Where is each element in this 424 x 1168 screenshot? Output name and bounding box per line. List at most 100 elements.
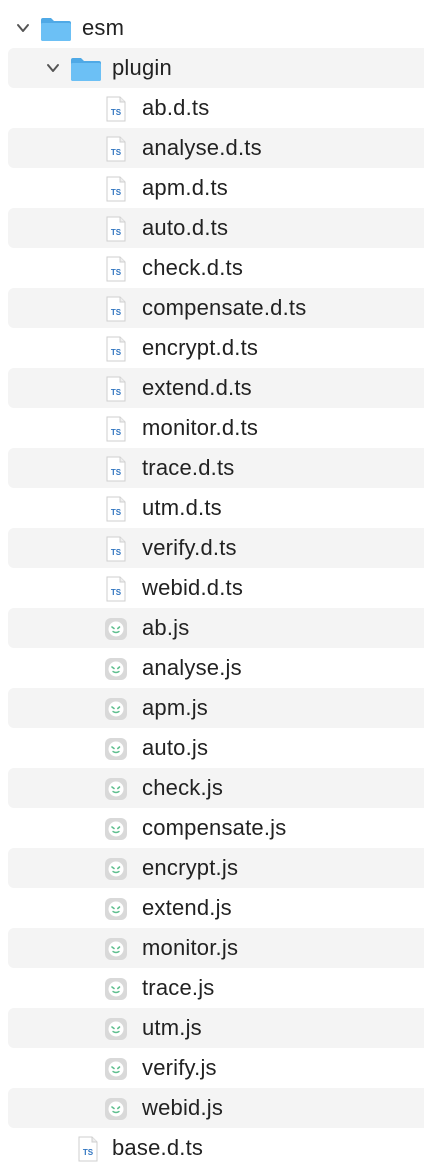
tree-item-label: extend.d.ts — [142, 375, 252, 400]
tree-row-esm[interactable]: esm — [0, 8, 424, 48]
tree-item-label: utm.js — [142, 1015, 202, 1040]
tree-row-file[interactable]: extend.js — [0, 888, 424, 928]
tree-row-file[interactable]: TS analyse.d.ts — [8, 128, 424, 168]
tree-item-label: webid.d.ts — [142, 575, 244, 600]
tree-row-file[interactable]: utm.js — [8, 1008, 424, 1048]
typescript-file-icon: TS — [106, 296, 126, 322]
tree-item-label: auto.d.ts — [142, 215, 229, 240]
tree-item-label: auto.js — [142, 735, 209, 760]
javascript-file-icon — [105, 738, 127, 760]
javascript-file-icon — [105, 938, 127, 960]
tree-item-label: plugin — [112, 55, 172, 80]
ts-badge: TS — [111, 228, 122, 237]
tree-item-label: compensate.js — [142, 815, 287, 840]
tree-row-file[interactable]: TS monitor.d.ts — [0, 408, 424, 448]
tree-row-file[interactable]: TS verify.d.ts — [8, 528, 424, 568]
javascript-file-icon — [105, 658, 127, 680]
tree-item-label: analyse.js — [142, 655, 242, 680]
tree-row-file[interactable]: analyse.js — [0, 648, 424, 688]
tree-item-label: ab.js — [142, 615, 190, 640]
javascript-file-icon — [105, 898, 127, 920]
typescript-file-icon: TS — [106, 536, 126, 562]
typescript-file-icon: TS — [106, 576, 126, 602]
folder-icon — [71, 58, 101, 81]
tree-item-label: monitor.js — [142, 935, 239, 960]
tree-row-file[interactable]: auto.js — [0, 728, 424, 768]
ts-badge: TS — [111, 268, 122, 277]
tree-row-file[interactable]: ab.js — [8, 608, 424, 648]
tree-item-label: apm.d.ts — [142, 175, 228, 200]
javascript-file-icon — [105, 1098, 127, 1120]
typescript-file-icon: TS — [106, 456, 126, 482]
tree-row-file[interactable]: webid.js — [8, 1088, 424, 1128]
typescript-file-icon: TS — [106, 176, 126, 202]
tree-item-label: esm — [82, 15, 125, 40]
tree-row-file[interactable]: TS check.d.ts — [0, 248, 424, 288]
tree-row-plugin[interactable]: plugin — [8, 48, 424, 88]
ts-badge: TS — [111, 348, 122, 357]
tree-row-file[interactable]: compensate.js — [0, 808, 424, 848]
file-tree: esm plugin TS ab.d.ts TS analyse.d.ts TS apm.… — [0, 0, 424, 1162]
tree-item-label: apm.js — [142, 695, 208, 720]
ts-badge: TS — [111, 388, 122, 397]
tree-item-label: trace.js — [142, 975, 215, 1000]
javascript-file-icon — [105, 1058, 127, 1080]
tree-row-file[interactable]: TS apm.d.ts — [0, 168, 424, 208]
tree-item-label: trace.d.ts — [142, 455, 235, 480]
ts-badge: TS — [111, 188, 122, 197]
ts-badge: TS — [111, 148, 122, 157]
tree-item-label: check.js — [142, 775, 224, 800]
tree-row-file[interactable]: TS utm.d.ts — [0, 488, 424, 528]
chevron-down-icon[interactable] — [46, 61, 60, 75]
tree-row-file[interactable]: TS auto.d.ts — [8, 208, 424, 248]
tree-item-label: ab.d.ts — [142, 95, 210, 120]
ts-badge: TS — [111, 508, 122, 517]
typescript-file-icon: TS — [106, 416, 126, 442]
javascript-file-icon — [105, 778, 127, 800]
folder-icon — [41, 18, 71, 41]
tree-row-file[interactable]: TS compensate.d.ts — [8, 288, 424, 328]
tree-row-file[interactable]: trace.js — [0, 968, 424, 1008]
tree-item-label: verify.js — [142, 1055, 217, 1080]
typescript-file-icon: TS — [106, 136, 126, 162]
javascript-file-icon — [105, 858, 127, 880]
tree-item-label: extend.js — [142, 895, 232, 920]
tree-row-base-d-ts[interactable]: TS base.d.ts — [0, 1128, 424, 1168]
ts-badge: TS — [111, 108, 122, 117]
tree-item-label: compensate.d.ts — [142, 295, 307, 320]
tree-item-label: encrypt.js — [142, 855, 239, 880]
typescript-file-icon: TS — [106, 216, 126, 242]
tree-row-file[interactable]: TS extend.d.ts — [8, 368, 424, 408]
tree-item-label: check.d.ts — [142, 255, 244, 280]
tree-item-label: base.d.ts — [112, 1135, 204, 1160]
javascript-file-icon — [105, 1018, 127, 1040]
typescript-file-icon: TS — [106, 496, 126, 522]
ts-badge: TS — [111, 548, 122, 557]
javascript-file-icon — [105, 698, 127, 720]
chevron-down-icon[interactable] — [16, 21, 30, 35]
tree-item-label: analyse.d.ts — [142, 135, 262, 160]
tree-item-label: monitor.d.ts — [142, 415, 259, 440]
tree-row-file[interactable]: TS encrypt.d.ts — [0, 328, 424, 368]
tree-item-label: verify.d.ts — [142, 535, 237, 560]
javascript-file-icon — [105, 818, 127, 840]
typescript-file-icon: TS — [106, 336, 126, 362]
tree-row-file[interactable]: TS trace.d.ts — [8, 448, 424, 488]
typescript-file-icon: TS — [106, 376, 126, 402]
tree-row-file[interactable]: monitor.js — [8, 928, 424, 968]
tree-row-file[interactable]: TS ab.d.ts — [0, 88, 424, 128]
tree-row-file[interactable]: encrypt.js — [8, 848, 424, 888]
ts-badge: TS — [111, 308, 122, 317]
tree-item-label: utm.d.ts — [142, 495, 222, 520]
ts-badge: TS — [111, 428, 122, 437]
tree-row-file[interactable]: TS webid.d.ts — [0, 568, 424, 608]
tree-row-file[interactable]: verify.js — [0, 1048, 424, 1088]
tree-item-label: webid.js — [142, 1095, 224, 1120]
javascript-file-icon — [105, 618, 127, 640]
tree-row-file[interactable]: apm.js — [8, 688, 424, 728]
tree-item-label: encrypt.d.ts — [142, 335, 259, 360]
typescript-file-icon: TS — [78, 1136, 98, 1162]
ts-badge: TS — [111, 588, 122, 597]
javascript-file-icon — [105, 978, 127, 1000]
tree-row-file[interactable]: check.js — [8, 768, 424, 808]
